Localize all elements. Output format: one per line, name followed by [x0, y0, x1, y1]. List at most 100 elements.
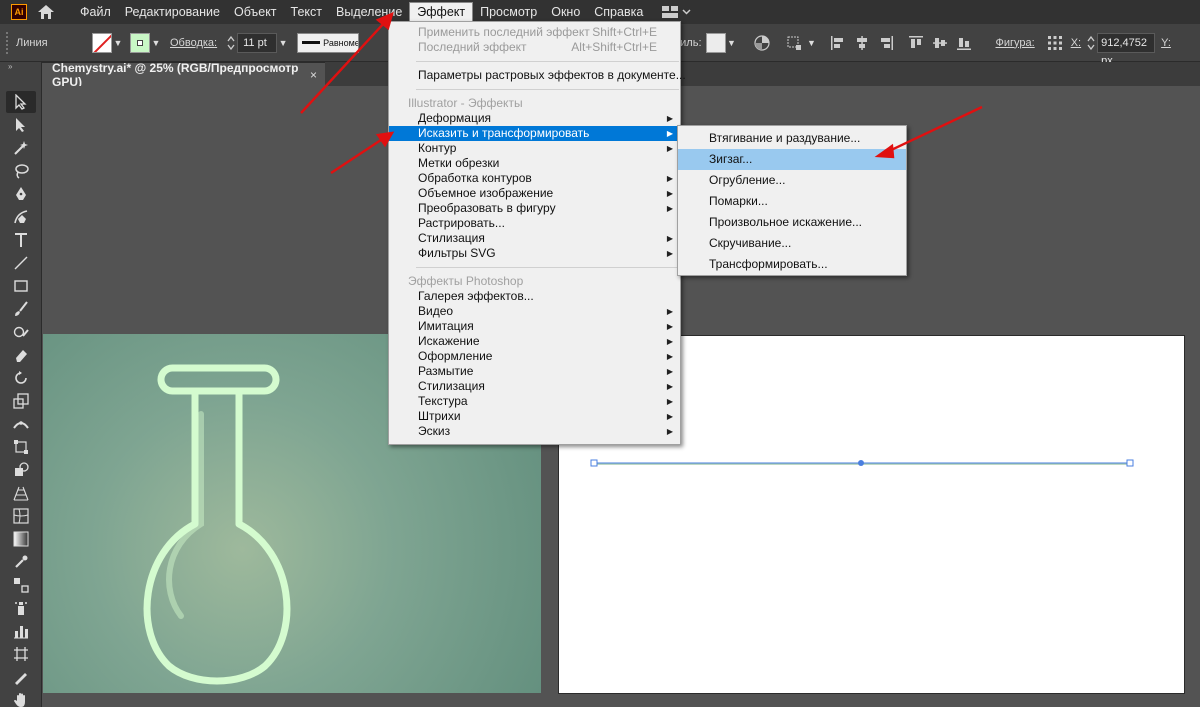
chevron-down-icon[interactable]: ▼	[277, 33, 289, 53]
chevron-down-icon[interactable]: ▼	[726, 33, 738, 53]
lasso-tool-icon[interactable]	[6, 160, 36, 182]
hand-tool-icon[interactable]	[6, 689, 36, 707]
x-position-input[interactable]: 912,4752 px	[1097, 32, 1156, 67]
eyedropper-tool-icon[interactable]	[6, 551, 36, 573]
submenu-item-transform[interactable]: Трансформировать...	[678, 254, 906, 275]
menu-item-texture[interactable]: Текстура ▶	[389, 394, 680, 409]
menu-item-warp[interactable]: Деформация ▶	[389, 111, 680, 126]
gradient-tool-icon[interactable]	[6, 528, 36, 550]
menu-select[interactable]: Выделение	[329, 2, 409, 22]
close-icon[interactable]: ×	[310, 68, 317, 82]
home-icon[interactable]	[35, 3, 57, 21]
free-transform-tool-icon[interactable]	[6, 436, 36, 458]
submenu-item-tweak[interactable]: Помарки...	[678, 191, 906, 212]
workspace-switcher[interactable]	[662, 6, 691, 18]
align-right-icon[interactable]	[877, 34, 895, 52]
chevron-down-icon[interactable]: ▼	[150, 33, 162, 53]
shaper-tool-icon[interactable]	[6, 321, 36, 343]
width-tool-icon[interactable]	[6, 413, 36, 435]
menu-text[interactable]: Текст	[284, 2, 329, 22]
transform-icon[interactable]	[785, 34, 803, 52]
menu-item-artistic[interactable]: Имитация ▶	[389, 319, 680, 334]
menu-help[interactable]: Справка	[587, 2, 650, 22]
submenu-item-pucker-bloat[interactable]: Втягивание и раздувание...	[678, 128, 906, 149]
menu-item-effect-gallery[interactable]: Галерея эффектов...	[389, 289, 680, 304]
panel-collapse-icon[interactable]: »	[0, 62, 41, 72]
slice-tool-icon[interactable]	[6, 666, 36, 688]
menu-item-convert-to-shape[interactable]: Преобразовать в фигуру ▶	[389, 201, 680, 216]
menu-item-crop-marks[interactable]: Метки обрезки	[389, 156, 680, 171]
photoshop-effects-header: Эффекты Photoshop	[408, 274, 524, 288]
stroke-profile-select[interactable]: Равномерный	[297, 32, 360, 53]
submenu-item-roughen[interactable]: Огрубление...	[678, 170, 906, 191]
align-left-icon[interactable]	[829, 34, 847, 52]
menu-item-apply-last-effect[interactable]: Применить последний эффект Shift+Ctrl+E	[389, 25, 680, 40]
menu-item-ps-stylize[interactable]: Стилизация ▶	[389, 379, 680, 394]
rotate-tool-icon[interactable]	[6, 367, 36, 389]
align-middle-icon[interactable]	[931, 34, 949, 52]
menu-item-raster-settings[interactable]: Параметры растровых эффектов в документе…	[389, 68, 686, 83]
align-top-icon[interactable]	[907, 34, 925, 52]
perspective-grid-tool-icon[interactable]	[6, 482, 36, 504]
symbol-sprayer-tool-icon[interactable]	[6, 597, 36, 619]
menu-item-video[interactable]: Видео ▶	[389, 304, 680, 319]
menu-item-label: Контур	[418, 141, 457, 155]
chevron-down-icon[interactable]: ▼	[806, 33, 818, 53]
menu-file[interactable]: Файл	[73, 2, 118, 22]
magic-wand-tool-icon[interactable]	[6, 137, 36, 159]
type-tool-icon[interactable]	[6, 229, 36, 251]
submenu-item-zigzag[interactable]: Зигзаг...	[678, 149, 906, 170]
document-tab[interactable]: Chemystry.ai* @ 25% (RGB/Предпросмотр GP…	[42, 61, 325, 89]
mesh-tool-icon[interactable]	[6, 505, 36, 527]
column-graph-tool-icon[interactable]	[6, 620, 36, 642]
menu-item-distort[interactable]: Искажение ▶	[389, 334, 680, 349]
paintbrush-tool-icon[interactable]	[6, 298, 36, 320]
submenu-item-free-distort[interactable]: Произвольное искажение...	[678, 212, 906, 233]
shape-builder-tool-icon[interactable]	[6, 459, 36, 481]
menu-item-path[interactable]: Контур ▶	[389, 141, 680, 156]
align-bottom-icon[interactable]	[955, 34, 973, 52]
artboard-tool-icon[interactable]	[6, 643, 36, 665]
menu-item-pathfinder[interactable]: Обработка контуров ▶	[389, 171, 680, 186]
blend-tool-icon[interactable]	[6, 574, 36, 596]
line-tool-icon[interactable]	[6, 252, 36, 274]
fill-swatch[interactable]	[92, 32, 112, 53]
style-swatch[interactable]	[705, 32, 726, 53]
menu-object[interactable]: Объект	[227, 2, 284, 22]
menu-edit[interactable]: Редактирование	[118, 2, 227, 22]
menu-item-distort-transform[interactable]: Исказить и трансформировать ▶	[389, 126, 680, 141]
pen-tool-icon[interactable]	[6, 183, 36, 205]
menu-window[interactable]: Окно	[544, 2, 587, 22]
menu-item-label: Метки обрезки	[418, 156, 500, 170]
chevron-down-icon[interactable]: ▼	[112, 33, 124, 53]
reference-point-icon[interactable]	[1046, 34, 1064, 52]
panel-grip[interactable]	[6, 31, 10, 54]
shape-label[interactable]: Фигура:	[996, 37, 1035, 49]
menu-item-svg-filters[interactable]: Фильтры SVG ▶	[389, 246, 680, 261]
menu-item-sketch[interactable]: Эскиз ▶	[389, 424, 680, 439]
stroke-swatch[interactable]	[130, 32, 150, 53]
curvature-tool-icon[interactable]	[6, 206, 36, 228]
stepper-icon[interactable]	[1085, 34, 1097, 52]
menu-item-sketch-style[interactable]: Оформление ▶	[389, 349, 680, 364]
align-center-icon[interactable]	[853, 34, 871, 52]
menu-item-last-effect[interactable]: Последний эффект Alt+Shift+Ctrl+E	[389, 40, 680, 55]
menu-item-stylize[interactable]: Стилизация ▶	[389, 231, 680, 246]
menu-item-blur[interactable]: Размытие ▶	[389, 364, 680, 379]
recolor-icon[interactable]	[753, 34, 771, 52]
stroke-weight-input[interactable]: 11 pt	[237, 32, 278, 53]
direct-selection-tool-icon[interactable]	[6, 114, 36, 136]
eraser-tool-icon[interactable]	[6, 344, 36, 366]
selection-tool-icon[interactable]	[6, 91, 36, 113]
menu-item-rasterize[interactable]: Растрировать...	[389, 216, 680, 231]
submenu-item-twist[interactable]: Скручивание...	[678, 233, 906, 254]
menu-view[interactable]: Просмотр	[473, 2, 544, 22]
menu-separator	[416, 61, 679, 62]
rectangle-tool-icon[interactable]	[6, 275, 36, 297]
menu-item-3d[interactable]: Объемное изображение ▶	[389, 186, 680, 201]
scale-tool-icon[interactable]	[6, 390, 36, 412]
stroke-label[interactable]: Обводка:	[170, 37, 217, 49]
menu-item-brush-strokes[interactable]: Штрихи ▶	[389, 409, 680, 424]
menu-effect[interactable]: Эффект	[409, 2, 474, 22]
stepper-icon[interactable]	[225, 34, 237, 52]
